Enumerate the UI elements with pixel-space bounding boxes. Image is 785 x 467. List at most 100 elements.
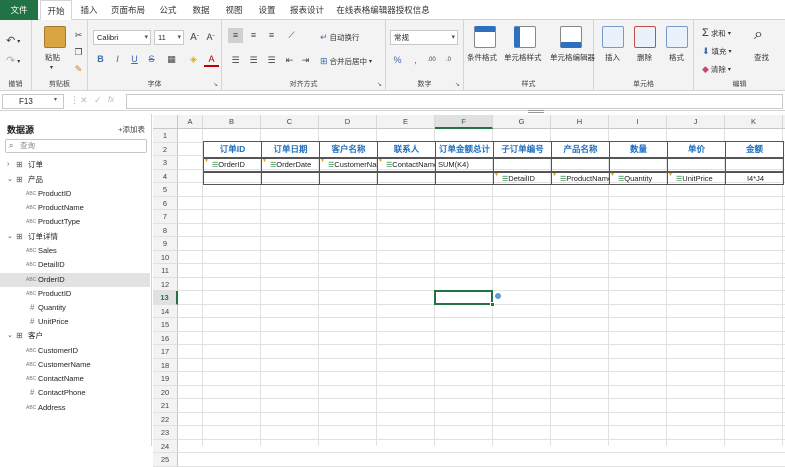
field-node[interactable]: ABC CustomerID [0, 344, 150, 358]
tab-report-design[interactable]: 报表设计 [285, 0, 329, 20]
field-node[interactable]: ABC ProductName [0, 201, 150, 215]
data-cell[interactable]: I4*J4 [725, 171, 784, 185]
data-cell[interactable]: ▼ ☰UnitPrice [667, 171, 726, 185]
panel-search-input[interactable]: ⌕ 查询 [5, 139, 147, 153]
align-left-icon[interactable]: ☰ [228, 53, 243, 68]
field-node[interactable]: # Quantity [0, 301, 150, 315]
field-node[interactable]: ABC CustomerName [0, 358, 150, 372]
row-header-25[interactable]: 25 [153, 453, 178, 467]
column-header-D[interactable]: D [319, 115, 377, 129]
row-header-16[interactable]: 16 [153, 331, 178, 345]
column-header-E[interactable]: E [377, 115, 435, 129]
field-node[interactable]: ABC Address [0, 401, 150, 415]
font-color-icon[interactable]: A [204, 52, 219, 67]
header-cell[interactable]: 订单日期 [261, 140, 320, 158]
chevron-down-icon[interactable]: ⌄ [7, 329, 13, 343]
data-cell[interactable]: ▼ ☰DetailID [493, 171, 552, 185]
row-header-20[interactable]: 20 [153, 385, 178, 399]
data-cell[interactable]: ▼ ☰ProductName [551, 171, 610, 185]
header-cell[interactable]: 客户名称 [319, 140, 378, 158]
format-painter-icon[interactable]: ✎ [71, 62, 86, 77]
column-header-J[interactable]: J [667, 115, 725, 129]
tab-formulas[interactable]: 公式 [153, 0, 183, 20]
paste-button[interactable]: 粘贴 [45, 52, 60, 63]
bold-button[interactable]: B [93, 52, 108, 67]
autosum-button[interactable]: Σ 求和 ▾ [702, 28, 731, 39]
row-header-2[interactable]: 2 [153, 142, 178, 156]
field-node[interactable]: # ContactPhone [0, 386, 150, 400]
conditional-format-button[interactable]: 条件格式 [467, 52, 497, 63]
data-cell[interactable]: ▼ ☰ContactName [377, 158, 436, 172]
decrease-indent-icon[interactable]: ⇤ [282, 53, 297, 68]
table-node[interactable]: ⌄ ⊞ 订单详情 [0, 230, 150, 244]
field-node[interactable]: ABC ContactName [0, 372, 150, 386]
row-header-19[interactable]: 19 [153, 372, 178, 386]
field-node[interactable]: ABC OrderID [0, 272, 150, 287]
decrease-decimal-icon[interactable]: .0 [441, 53, 456, 68]
align-top-icon[interactable]: ≡ [228, 28, 243, 43]
wrap-text-button[interactable]: ↵ 自动换行 [320, 32, 360, 43]
cell-editor-button[interactable]: 单元格编辑器 [550, 52, 595, 63]
align-bottom-icon[interactable]: ≡ [264, 28, 279, 43]
column-header-K[interactable]: K [725, 115, 783, 129]
row-header-3[interactable]: 3 [153, 156, 178, 170]
alignment-launcher-icon[interactable]: ↘ [377, 81, 382, 88]
row-header-13[interactable]: 13 [153, 291, 178, 305]
chevron-right-icon[interactable]: › [7, 158, 9, 172]
row-header-12[interactable]: 12 [153, 277, 178, 291]
header-cell[interactable]: 订单ID [203, 140, 262, 158]
row-header-8[interactable]: 8 [153, 223, 178, 237]
row-header-7[interactable]: 7 [153, 210, 178, 224]
data-cell[interactable]: SUM(K4) [435, 158, 494, 172]
formula-bar-resize-handle[interactable] [528, 110, 544, 113]
delete-cells-button[interactable]: 删除 [637, 52, 652, 63]
column-header-C[interactable]: C [261, 115, 319, 129]
header-cell[interactable]: 子订单编号 [493, 140, 552, 158]
number-format-select[interactable]: 常规 [390, 30, 458, 45]
data-cell[interactable]: ▼☰CustomerName [319, 158, 378, 172]
row-header-24[interactable]: 24 [153, 439, 178, 453]
data-cell[interactable] [493, 158, 552, 172]
increase-decimal-icon[interactable]: .00 [424, 53, 439, 68]
field-node[interactable]: ABC DetailID [0, 258, 150, 272]
data-cell[interactable] [551, 158, 610, 172]
number-launcher-icon[interactable]: ↘ [455, 81, 460, 88]
tab-license-info[interactable]: 在线表格编辑器授权信息 [333, 0, 433, 20]
paste-dropdown-icon[interactable]: ▾ [50, 64, 53, 71]
field-node[interactable]: ABC ProductID [0, 187, 150, 201]
tab-settings[interactable]: 设置 [252, 0, 282, 20]
field-node[interactable]: ABC ProductID [0, 287, 150, 301]
fill-handle[interactable] [490, 301, 495, 307]
data-cell[interactable] [667, 158, 726, 172]
add-table-button[interactable]: +添加表 [118, 124, 145, 135]
increase-font-icon[interactable]: Aˆ [187, 30, 202, 45]
data-cell[interactable]: ▼ ☰Quantity [609, 171, 668, 185]
data-cell[interactable] [261, 171, 320, 185]
copy-icon[interactable]: ❐ [71, 45, 86, 60]
row-header-4[interactable]: 4 [153, 169, 178, 183]
insert-cells-button[interactable]: 插入 [605, 52, 620, 63]
increase-indent-icon[interactable]: ⇥ [298, 53, 313, 68]
strikethrough-button[interactable]: S [144, 52, 159, 67]
row-header-6[interactable]: 6 [153, 196, 178, 210]
column-header-H[interactable]: H [551, 115, 609, 129]
header-cell[interactable]: 金额 [725, 140, 784, 158]
column-header-F[interactable]: F [435, 115, 493, 129]
spreadsheet-grid[interactable]: ABCDEFGHIJKL 123456789101112131415161718… [153, 115, 785, 467]
fx-icon[interactable]: fx [108, 95, 114, 104]
select-all-corner[interactable] [153, 115, 178, 129]
data-cell[interactable] [609, 158, 668, 172]
row-header-5[interactable]: 5 [153, 183, 178, 197]
align-right-icon[interactable]: ☰ [264, 53, 279, 68]
header-cell[interactable]: 产品名称 [551, 140, 610, 158]
redo-button[interactable]: ↷ ▾ [6, 56, 20, 67]
field-node[interactable]: ABC Sales [0, 244, 150, 258]
row-header-1[interactable]: 1 [153, 129, 178, 143]
chevron-down-icon[interactable]: ⌄ [7, 173, 13, 187]
tab-home[interactable]: 开始 [40, 0, 72, 20]
column-header-A[interactable]: A [178, 115, 203, 129]
fill-color-icon[interactable]: ◈ [186, 52, 201, 67]
data-cell[interactable]: ▼ ☰OrderID [203, 158, 262, 172]
clear-button[interactable]: ◆ 清除 ▾ [702, 64, 731, 75]
fill-button[interactable]: ⬇ 填充 ▾ [702, 46, 732, 57]
